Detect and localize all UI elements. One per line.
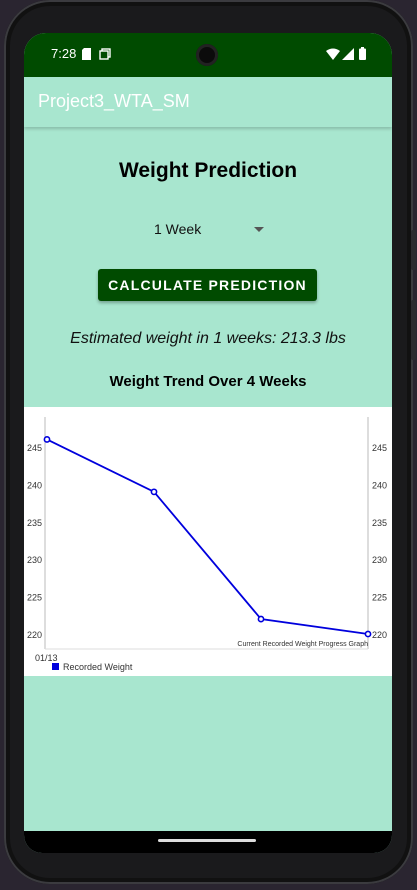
dropdown-arrow-icon	[254, 227, 264, 232]
power-button	[411, 230, 416, 270]
y-tick-label-left: 245	[27, 443, 42, 453]
status-time: 7:28	[51, 46, 77, 61]
y-tick-label-left: 220	[27, 630, 42, 640]
series-line	[46, 438, 369, 635]
volume-button	[411, 300, 416, 360]
y-tick-label-left: 225	[27, 593, 42, 603]
screenshot-icon	[99, 48, 111, 60]
app-title: Project3_WTA_SM	[38, 91, 190, 111]
y-tick-label-right: 225	[372, 593, 387, 603]
y-tick-label-left: 240	[27, 480, 42, 490]
period-select[interactable]: 1 Week	[142, 219, 264, 241]
x-tick-label: 01/13	[35, 653, 58, 663]
y-tick-label-right: 220	[372, 630, 387, 640]
front-camera	[196, 44, 218, 66]
wifi-icon	[326, 48, 340, 60]
period-select-value: 1 Week	[154, 221, 202, 237]
data-point	[364, 630, 372, 638]
y-tick-label-left: 235	[27, 518, 42, 528]
data-point	[150, 488, 158, 496]
app-bar: Project3_WTA_SM	[24, 77, 392, 127]
weight-chart-svg: 220 220 225 225 230 230 235 235 240 240 245 245 01/1…	[27, 417, 387, 672]
navigation-bar	[24, 831, 392, 853]
legend-swatch	[52, 663, 59, 670]
battery-icon	[359, 47, 366, 60]
legend-label: Recorded Weight	[63, 662, 133, 672]
y-tick-label-right: 235	[372, 518, 387, 528]
y-tick-label-right: 230	[372, 555, 387, 565]
data-point	[43, 436, 51, 443]
status-bar: 7:28	[24, 33, 392, 77]
page-title: Weight Prediction	[118, 159, 298, 182]
y-tick-label-left: 230	[27, 555, 42, 565]
data-point	[257, 615, 265, 623]
calculate-prediction-button[interactable]: CALCULATE PREDICTION	[98, 269, 317, 301]
screen: 7:28 Project3_WTA_SM Weight Prediction 1…	[24, 33, 392, 853]
chart-description: Current Recorded Weight Progress Graph	[237, 641, 368, 648]
chart-title: Weight Trend Over 4 Weeks	[109, 373, 307, 390]
home-gesture-handle[interactable]	[158, 839, 256, 842]
estimated-weight-text: Estimated weight in 1 weeks: 213.3 lbs	[70, 330, 346, 347]
y-tick-label-right: 245	[372, 443, 387, 453]
y-tick-label-right: 240	[372, 480, 387, 490]
signal-icon	[342, 48, 354, 60]
weight-chart: 220 220 225 225 230 230 235 235 240 240 245 245 01/1…	[24, 407, 392, 676]
sim-card-icon	[82, 48, 91, 60]
